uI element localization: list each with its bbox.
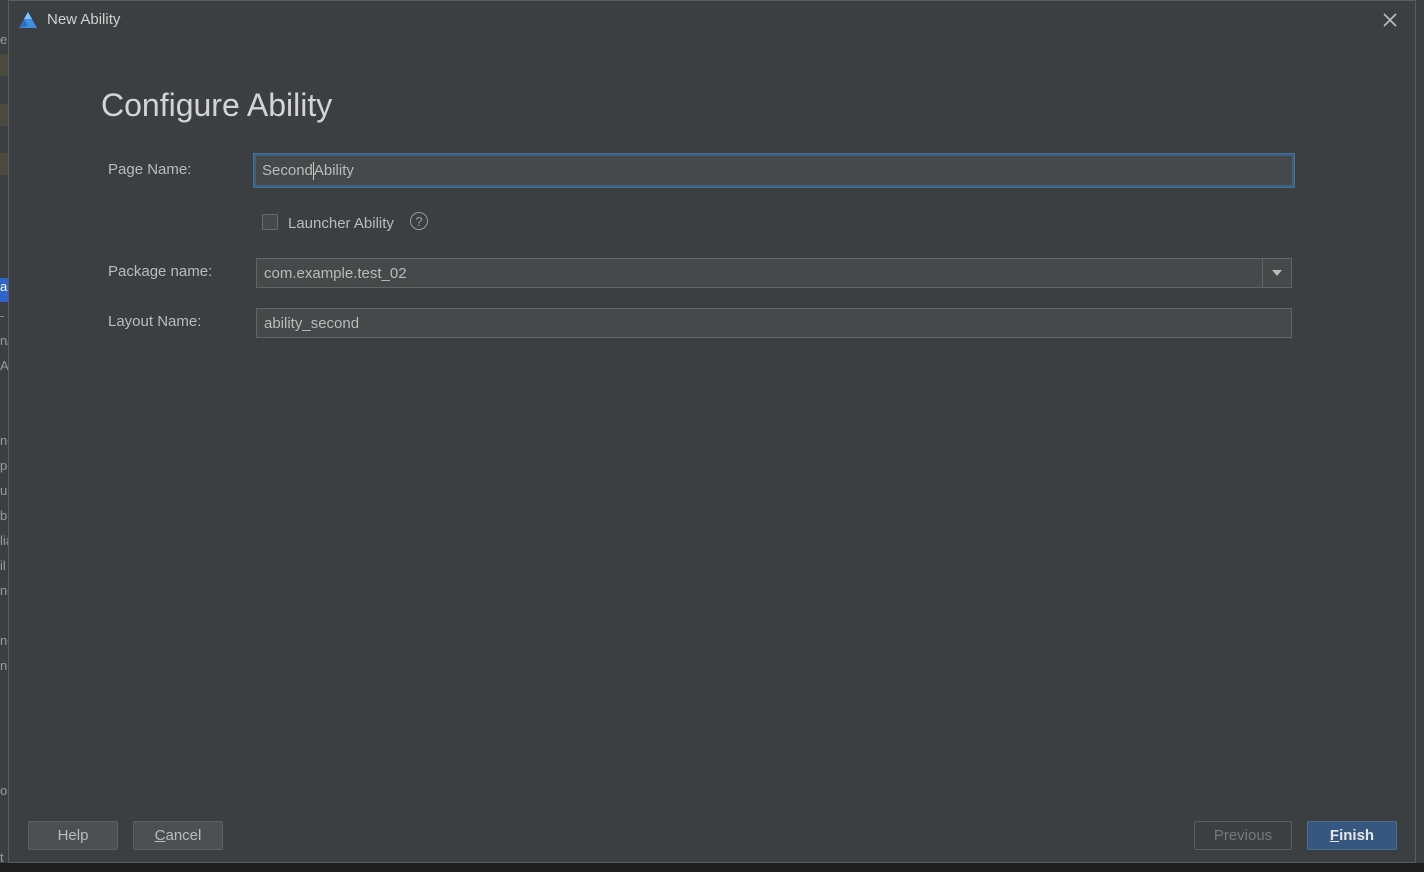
background-right-strip bbox=[1416, 0, 1424, 872]
help-question-icon[interactable]: ? bbox=[410, 212, 428, 230]
cancel-button-label: ancel bbox=[165, 827, 202, 844]
help-button[interactable]: Help bbox=[28, 821, 118, 850]
launcher-ability-label[interactable]: Launcher Ability bbox=[288, 215, 394, 232]
page-name-label: Page Name: bbox=[108, 161, 192, 178]
help-button-label: Help bbox=[57, 827, 89, 844]
finish-mnemonic: F bbox=[1329, 827, 1340, 844]
layout-name-input[interactable]: ability_second bbox=[256, 308, 1292, 338]
finish-button[interactable]: Finish bbox=[1307, 821, 1397, 850]
title-bar[interactable]: New Ability bbox=[9, 1, 1415, 39]
layout-name-value: ability_second bbox=[264, 314, 360, 332]
layout-name-label: Layout Name: bbox=[108, 313, 202, 330]
bg-char: a bbox=[0, 279, 8, 294]
cancel-button[interactable]: Cancel bbox=[133, 821, 223, 850]
help-question-glyph: ? bbox=[415, 213, 423, 229]
page-name-value-part2: Ability bbox=[313, 162, 354, 179]
deveco-logo-icon bbox=[19, 12, 37, 28]
background-bottom-strip bbox=[0, 863, 1424, 872]
package-name-combobox[interactable]: com.example.test_02 bbox=[256, 258, 1292, 288]
chevron-down-icon bbox=[1272, 270, 1282, 276]
new-ability-dialog: New Ability Configure Ability Page Name:… bbox=[8, 0, 1416, 863]
cancel-mnemonic: C bbox=[154, 827, 166, 844]
package-name-label: Package name: bbox=[108, 263, 213, 280]
page-name-value-part1: Second bbox=[262, 162, 313, 179]
previous-button[interactable]: Previous bbox=[1194, 821, 1292, 850]
close-icon[interactable] bbox=[1379, 9, 1401, 31]
package-name-value: com.example.test_02 bbox=[264, 264, 407, 282]
page-heading: Configure Ability bbox=[101, 87, 333, 123]
window-title: New Ability bbox=[47, 11, 121, 28]
package-name-dropdown-button[interactable] bbox=[1262, 259, 1291, 287]
finish-button-label: inish bbox=[1339, 827, 1375, 844]
previous-button-label: Previous bbox=[1213, 827, 1273, 844]
page-name-input[interactable]: Second Ability bbox=[254, 154, 1294, 187]
launcher-ability-checkbox[interactable] bbox=[262, 214, 278, 230]
